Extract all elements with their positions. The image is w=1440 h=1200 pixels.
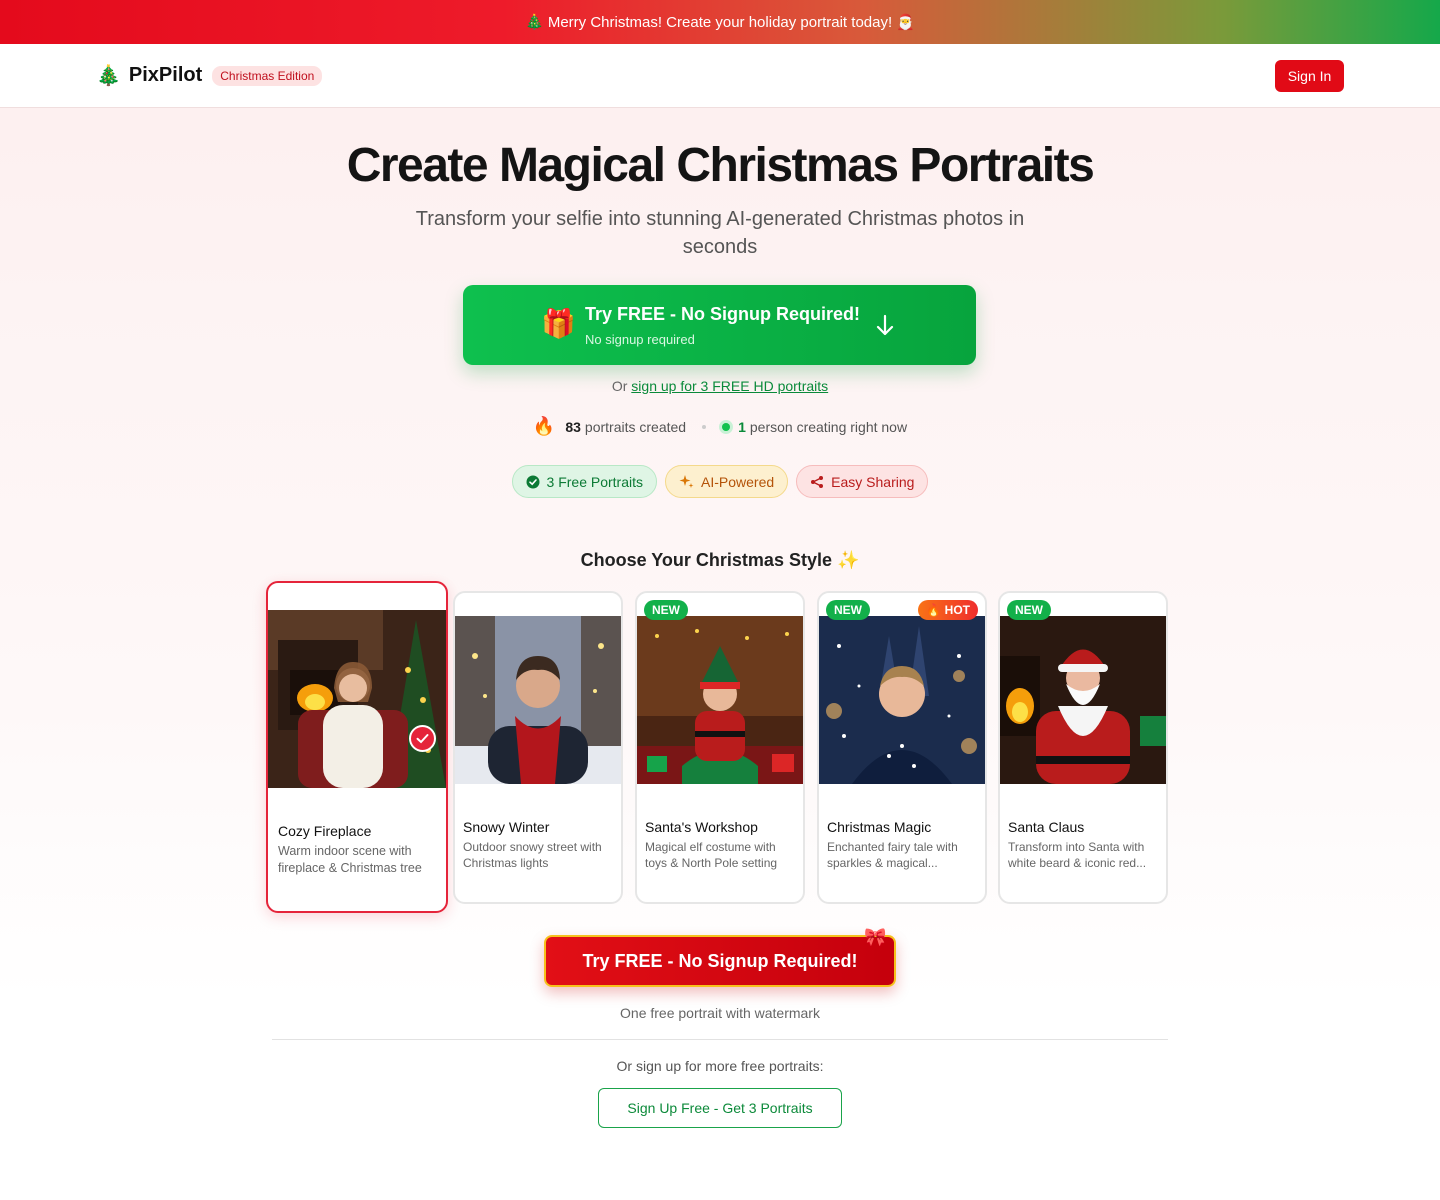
brand-name: PixPilot (128, 64, 203, 86)
try-free-secondary-button[interactable]: Try FREE - No Signup Required! 🎀 (544, 927, 896, 987)
try-free-button[interactable]: 🎁 Try FREE - No Signup Required! No sign… (463, 285, 976, 365)
hot-tag: 🔥 HOT (918, 600, 978, 620)
portrait-thumbnail-image (1000, 616, 1166, 784)
separator-dot (702, 424, 707, 429)
style-name: Santa's Workshop (645, 819, 758, 835)
live-label: person creating right now (749, 418, 908, 435)
feature-badges: 3 Free Portraits AI-Powered Easy Sharing (0, 465, 1440, 498)
style-description: Enchanted fairy tale with sparkles & mag… (827, 840, 958, 870)
style-thumbnail (819, 616, 985, 784)
badge-label: 3 Free Portraits (546, 473, 644, 490)
sign-up-free-button[interactable]: Sign Up Free - Get 3 Portraits (598, 1088, 842, 1128)
sparkles-icon (679, 475, 694, 488)
styles-section-title: Choose Your Christmas Style ✨ (580, 550, 860, 570)
christmas-tree-icon: 🎄 (96, 65, 121, 87)
style-name: Christmas Magic (827, 819, 932, 835)
try-free-secondary-label: Try FREE - No Signup Required! (582, 950, 858, 971)
promo-banner-text: 🎄 Merry Christmas! Create your holiday p… (525, 14, 915, 31)
style-description: Warm indoor scene with fireplace & Chris… (278, 844, 422, 875)
sign-in-button[interactable]: Sign In (1275, 60, 1344, 92)
style-description: Outdoor snowy street with Christmas ligh… (463, 840, 602, 870)
more-portraits-note: Or sign up for more free portraits: (616, 1058, 824, 1074)
style-thumbnail (637, 616, 803, 784)
arrow-down-icon (876, 314, 894, 336)
hero-subtitle: Transform your selfie into stunning AI-g… (415, 208, 1025, 258)
style-card-santas-workshop[interactable]: NEW Santa's Workshop Magical elf costume… (635, 591, 805, 904)
live-indicator-icon (722, 422, 731, 431)
stats-bar: 🔥 83 portraits created 1 person creating… (0, 416, 1440, 437)
style-card-cozy-fireplace[interactable]: Cozy Fireplace Warm indoor scene with fi… (266, 581, 448, 913)
badge-label: Easy Sharing (831, 473, 915, 490)
try-free-button-note: No signup required (585, 332, 695, 347)
divider (272, 1039, 1168, 1040)
logo[interactable]: 🎄 PixPilot Christmas Edition (96, 63, 323, 88)
style-description: Transform into Santa with white beard & … (1008, 840, 1147, 870)
signup-prompt-prefix: Or (611, 378, 628, 394)
free-portrait-note: One free portrait with watermark (620, 1005, 820, 1021)
new-tag: NEW (644, 600, 688, 620)
signup-link[interactable]: sign up for 3 FREE HD portraits (631, 378, 828, 394)
style-description: Magical elf costume with toys & North Po… (645, 840, 778, 870)
badge-label: AI-Powered (701, 473, 775, 490)
style-card-santa-claus[interactable]: NEW Santa Claus Transform into Santa wit… (998, 591, 1168, 904)
style-name: Santa Claus (1008, 819, 1085, 835)
bow-icon: 🎀 (864, 927, 887, 947)
fire-icon: 🔥 (532, 416, 556, 436)
style-thumbnail (268, 610, 446, 788)
portrait-thumbnail-image (637, 616, 803, 784)
style-card-christmas-magic[interactable]: NEW 🔥 HOT Christmas Magic Enchanted fair… (817, 591, 987, 904)
live-count: 1 (738, 418, 746, 435)
portrait-thumbnail-image (819, 616, 985, 784)
badge-easy-sharing: Easy Sharing (796, 465, 929, 498)
promo-banner: 🎄 Merry Christmas! Create your holiday p… (0, 0, 1440, 44)
share-icon (811, 475, 824, 488)
style-name: Snowy Winter (463, 819, 550, 835)
site-header: 🎄 PixPilot Christmas Edition Sign In (0, 44, 1440, 108)
check-circle-icon (526, 475, 540, 488)
style-thumbnail (455, 616, 621, 784)
badge-free-portraits: 3 Free Portraits (511, 465, 658, 498)
style-thumbnail (1000, 616, 1166, 784)
hero-title: Create Magical Christmas Portraits (346, 139, 1095, 192)
new-tag: NEW (1007, 600, 1051, 620)
badge-ai-powered: AI-Powered (665, 465, 789, 498)
signup-prompt: Or sign up for 3 FREE HD portraits (0, 378, 1440, 394)
portraits-count: 83 (565, 418, 581, 435)
style-name: Cozy Fireplace (278, 823, 372, 839)
selected-check-icon (409, 725, 436, 752)
gift-icon: 🎁 (541, 308, 576, 339)
portrait-thumbnail-image (268, 610, 446, 788)
try-free-button-label: Try FREE - No Signup Required! (585, 304, 861, 324)
new-tag: NEW (826, 600, 870, 620)
edition-badge: Christmas Edition (212, 65, 323, 86)
style-card-snowy-winter[interactable]: Snowy Winter Outdoor snowy street with C… (453, 591, 623, 904)
portraits-label: portraits created (584, 418, 687, 435)
portrait-thumbnail-image (455, 616, 621, 784)
